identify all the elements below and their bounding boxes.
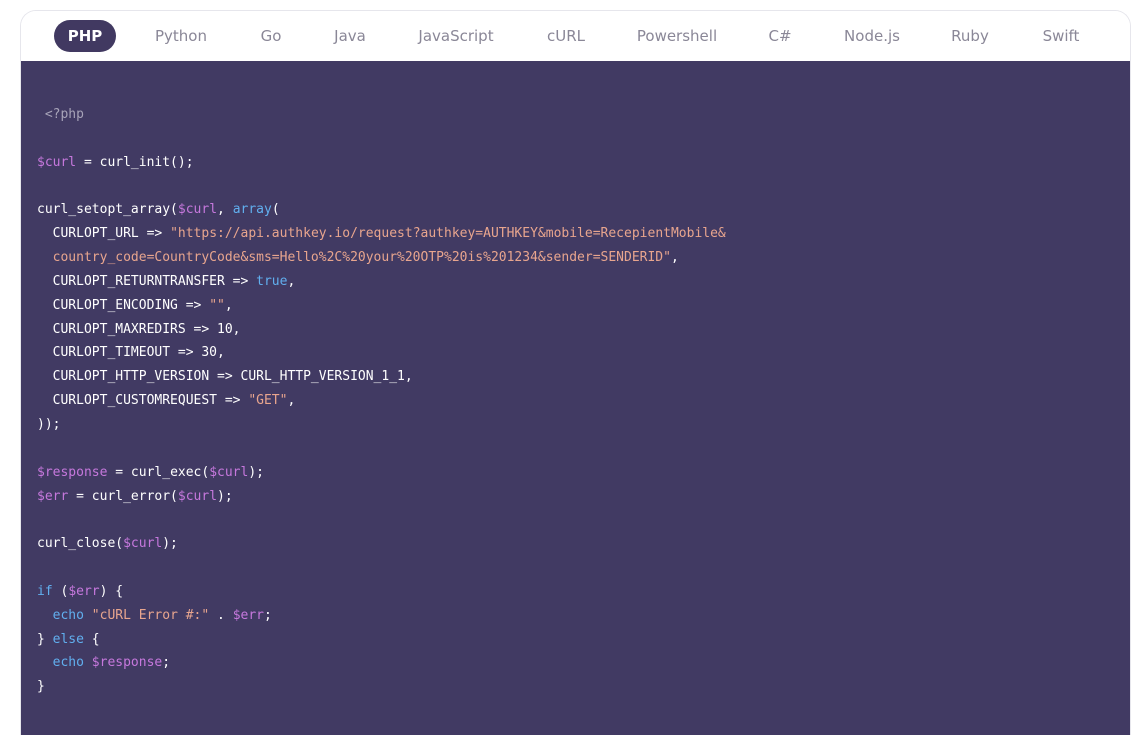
code-string: "GET": [248, 393, 288, 409]
code-line: CURLOPT_HTTP_VERSION => CURL_HTTP_VERSIO…: [37, 365, 726, 389]
code-line: CURLOPT_CUSTOMREQUEST => "GET",: [37, 389, 726, 413]
code-text: ;: [264, 607, 272, 623]
code-keyword: if: [37, 583, 53, 599]
code-text: ;: [162, 655, 171, 671]
code-text: = curl_exec(: [107, 464, 210, 480]
code-keyword: echo: [52, 607, 84, 623]
tab-javascript[interactable]: JavaScript: [412, 20, 500, 52]
code-text: ,: [287, 273, 296, 289]
code-keyword: else: [52, 631, 84, 647]
code-line: }: [37, 675, 726, 699]
code-string: "": [209, 297, 225, 313]
code-text: ));: [37, 416, 61, 432]
code-string: "cURL Error #:": [91, 607, 210, 623]
code-line: CURLOPT_TIMEOUT => 30,: [37, 341, 726, 365]
code-text: );: [217, 488, 233, 504]
code-line: <?php: [37, 103, 726, 127]
code-sample-widget: PHP Python Go Java JavaScript cURL Power…: [20, 10, 1131, 735]
code-panel: <?php $curl = curl_init(); curl_setopt_a…: [21, 61, 1130, 735]
code-line: CURLOPT_MAXREDIRS => 10,: [37, 318, 726, 342]
code-variable: $err: [232, 607, 264, 623]
code-text: curl_setopt_array(: [37, 202, 178, 218]
code-line: if ($err) {: [37, 580, 726, 604]
tab-php[interactable]: PHP: [54, 20, 116, 52]
code-line: $curl = curl_init();: [37, 151, 726, 175]
code-text: CURLOPT_URL =>: [37, 226, 171, 242]
code-line: curl_close($curl);: [37, 532, 726, 556]
code-text: ) {: [99, 583, 124, 599]
code-variable: $curl: [37, 154, 77, 170]
code-text: ,: [287, 393, 296, 409]
code-text: {: [83, 631, 100, 647]
tab-java[interactable]: Java: [325, 20, 375, 52]
code-text: ,: [670, 250, 679, 266]
code-text: }: [37, 679, 45, 695]
tab-swift[interactable]: Swift: [1034, 20, 1088, 52]
code-text: CURLOPT_MAXREDIRS => 10,: [37, 321, 241, 337]
code-line: } else {: [37, 628, 726, 652]
code-variable: $err: [37, 488, 69, 504]
code-variable: $curl: [209, 464, 249, 480]
code-text: );: [162, 536, 178, 552]
code-text: = curl_error(: [68, 488, 178, 504]
code-text: CURLOPT_RETURNTRANSFER =>: [37, 273, 257, 289]
code-variable: $response: [37, 464, 108, 480]
code-line: CURLOPT_URL => "https://api.authkey.io/r…: [37, 222, 726, 246]
code-variable: $curl: [177, 202, 218, 218]
tab-csharp[interactable]: C#: [762, 20, 798, 52]
code-variable: $curl: [177, 488, 218, 504]
language-tab-bar: PHP Python Go Java JavaScript cURL Power…: [21, 11, 1130, 61]
code-text: .: [209, 607, 233, 623]
code-string: "https://api.authkey.io/request?authkey=…: [170, 226, 726, 242]
code-line: $response = curl_exec($curl);: [37, 461, 726, 485]
code-text: CURLOPT_HTTP_VERSION => CURL_HTTP_VERSIO…: [37, 369, 413, 385]
code-block[interactable]: <?php $curl = curl_init(); curl_setopt_a…: [37, 103, 726, 699]
code-text: CURLOPT_ENCODING =>: [37, 297, 210, 313]
code-text: (: [52, 583, 69, 599]
code-variable: $curl: [123, 536, 163, 552]
code-php-tag: <?php: [37, 107, 84, 122]
tab-python[interactable]: Python: [145, 20, 217, 52]
code-text: ,: [224, 297, 233, 313]
code-line: $err = curl_error($curl);: [37, 485, 726, 509]
tab-nodejs[interactable]: Node.js: [837, 20, 907, 52]
code-line: CURLOPT_RETURNTRANSFER => true,: [37, 270, 726, 294]
tab-curl[interactable]: cURL: [538, 20, 594, 52]
code-line: CURLOPT_ENCODING => "",: [37, 294, 726, 318]
tab-powershell[interactable]: Powershell: [629, 20, 725, 52]
code-string: country_code=CountryCode&sms=Hello%2C%20…: [37, 250, 671, 266]
code-line: country_code=CountryCode&sms=Hello%2C%20…: [37, 246, 726, 270]
code-keyword: echo: [52, 655, 84, 671]
code-text: (: [271, 202, 280, 218]
code-variable: $err: [68, 583, 100, 599]
code-text: ,: [217, 202, 233, 218]
code-line: ));: [37, 413, 726, 437]
code-line: echo "cURL Error #:" . $err;: [37, 604, 726, 628]
code-text: }: [37, 631, 53, 647]
tab-go[interactable]: Go: [251, 20, 291, 52]
code-keyword: array: [232, 202, 272, 218]
tab-ruby[interactable]: Ruby: [944, 20, 996, 52]
code-text: = curl_init();: [76, 154, 194, 170]
code-text: CURLOPT_TIMEOUT => 30,: [37, 345, 225, 361]
code-text: );: [248, 464, 264, 480]
code-text: CURLOPT_CUSTOMREQUEST =>: [37, 393, 249, 409]
code-text: curl_close(: [37, 536, 124, 552]
code-variable: $response: [91, 655, 163, 671]
code-line: echo $response;: [37, 651, 726, 675]
code-keyword: true: [256, 273, 288, 289]
code-line: curl_setopt_array($curl, array(: [37, 198, 726, 222]
